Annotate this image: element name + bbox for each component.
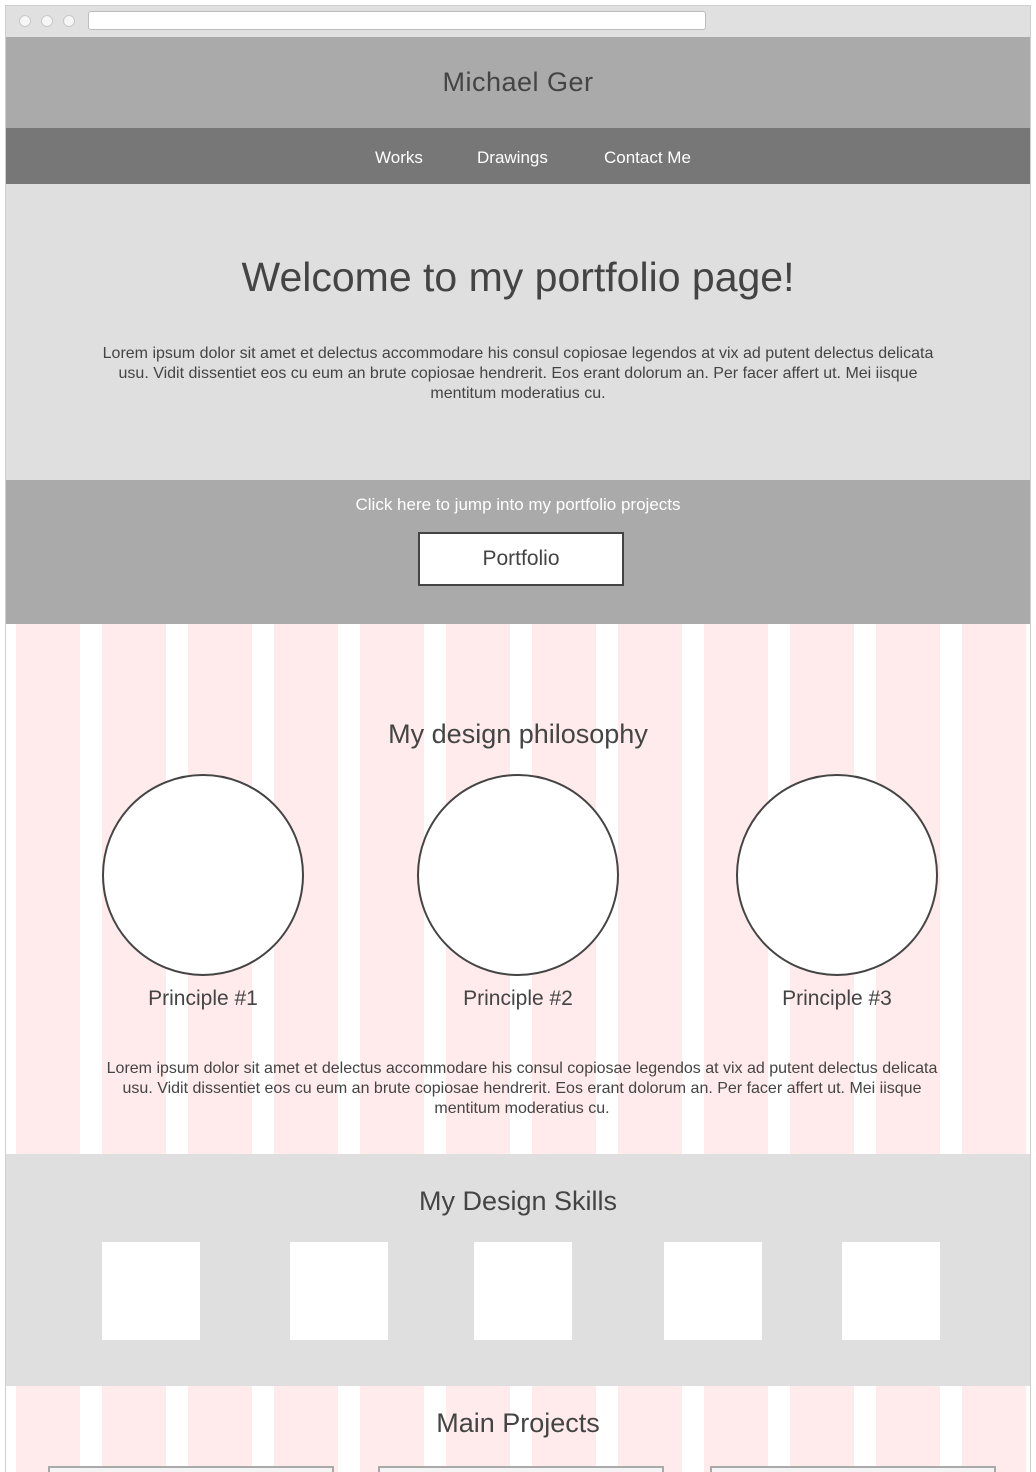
- cta-section: Click here to jump into my portfolio pro…: [6, 480, 1030, 624]
- window-maximize-button[interactable]: [63, 15, 75, 27]
- address-bar[interactable]: [88, 11, 706, 30]
- page-frame: Michael Ger Works Drawings Contact Me We…: [5, 37, 1031, 1472]
- principle-3-label: Principle #3: [782, 987, 892, 1010]
- project-card[interactable]: [378, 1466, 664, 1472]
- principle-1-label: Principle #1: [148, 987, 258, 1010]
- site-header: Michael Ger: [6, 37, 1030, 128]
- hero-section: Welcome to my portfolio page! Lorem ipsu…: [6, 184, 1030, 480]
- cta-text: Click here to jump into my portfolio pro…: [355, 495, 681, 514]
- project-card[interactable]: [710, 1466, 996, 1472]
- skill-box: [474, 1242, 572, 1340]
- window-minimize-button[interactable]: [41, 15, 53, 27]
- philosophy-section: My design philosophy Principle #1 Princi…: [6, 624, 1030, 1154]
- window-close-button[interactable]: [19, 15, 31, 27]
- principle-1-image: [102, 774, 304, 976]
- projects-title: Main Projects: [436, 1408, 600, 1438]
- projects-section: Main Projects: [6, 1386, 1030, 1472]
- site-title: Michael Ger: [442, 67, 594, 97]
- principle-2-label: Principle #2: [463, 987, 573, 1010]
- skill-box: [102, 1242, 200, 1340]
- skills-title: My Design Skills: [418, 1186, 618, 1216]
- principle-3-image: [736, 774, 938, 976]
- project-card[interactable]: [48, 1466, 334, 1472]
- nav-item-contact[interactable]: Contact Me: [604, 148, 691, 168]
- hero-title: Welcome to my portfolio page!: [241, 254, 795, 300]
- browser-toolbar: [5, 5, 1031, 37]
- hero-text: Lorem ipsum dolor sit amet et delectus a…: [102, 345, 934, 402]
- principle-2-image: [417, 774, 619, 976]
- skills-section: My Design Skills: [6, 1154, 1030, 1386]
- skill-box: [290, 1242, 388, 1340]
- nav-item-drawings[interactable]: Drawings: [477, 148, 548, 168]
- skill-box: [842, 1242, 940, 1340]
- portfolio-button[interactable]: Portfolio: [418, 532, 624, 586]
- skill-box: [664, 1242, 762, 1340]
- main-nav: Works Drawings Contact Me: [6, 128, 1030, 184]
- nav-item-works[interactable]: Works: [375, 148, 423, 168]
- philosophy-text: Lorem ipsum dolor sit amet et delectus a…: [106, 1060, 938, 1117]
- philosophy-title: My design philosophy: [388, 719, 648, 749]
